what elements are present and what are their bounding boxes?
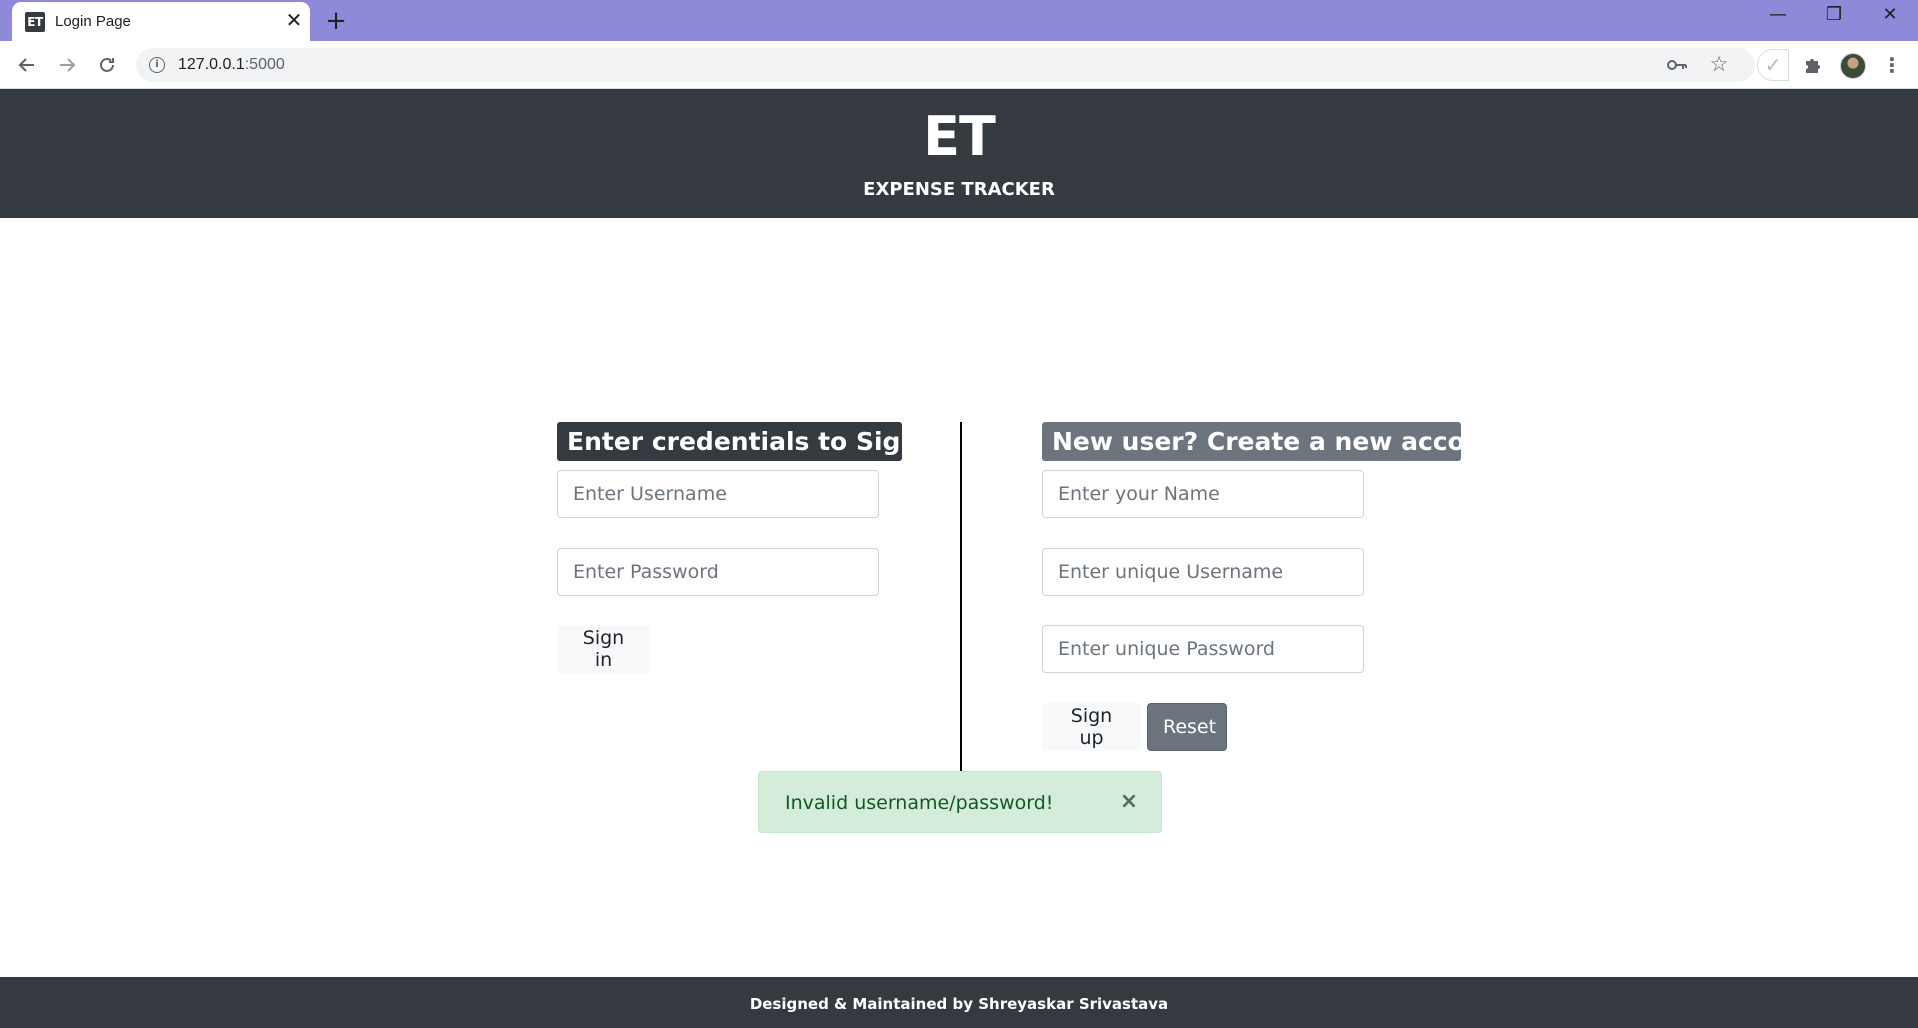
address-bar[interactable]: i 127.0.0.1:5000 ☆ (136, 48, 1755, 82)
footer-author: Shreyaskar Srivastava (978, 995, 1169, 1013)
url-host: 127.0.0.1 (178, 56, 245, 73)
tab-title: Login Page (55, 13, 131, 30)
window-close-icon[interactable]: ✕ (1874, 4, 1906, 32)
browser-tab[interactable]: ET Login Page ✕ (12, 2, 310, 41)
signup-password-input[interactable] (1042, 625, 1364, 673)
key-icon[interactable] (1666, 55, 1688, 75)
signin-password-input[interactable] (557, 548, 879, 596)
signup-username-input[interactable] (1042, 548, 1364, 596)
forward-icon[interactable] (51, 49, 83, 81)
avatar[interactable] (1840, 53, 1866, 79)
url-text: 127.0.0.1:5000 (178, 56, 285, 74)
error-alert: Invalid username/password! × (758, 771, 1162, 833)
new-tab-icon[interactable]: + (322, 7, 350, 35)
star-icon[interactable]: ☆ (1708, 53, 1730, 75)
site-header: ET EXPENSE TRACKER (0, 89, 1918, 218)
signup-button[interactable]: Sign up (1042, 703, 1141, 751)
vertical-divider (960, 422, 962, 771)
puzzle-icon[interactable] (1797, 49, 1829, 81)
restore-icon[interactable]: ❐ (1818, 4, 1850, 32)
brand-subtitle: EXPENSE TRACKER (863, 179, 1055, 200)
reload-icon[interactable] (91, 49, 123, 81)
brand-logo: ET (923, 105, 996, 168)
signup-title: New user? Create a new account (1042, 422, 1512, 461)
alert-message: Invalid username/password! (785, 792, 1054, 814)
site-info-icon[interactable]: i (149, 57, 165, 73)
favicon-icon: ET (25, 12, 45, 32)
back-icon[interactable] (11, 49, 43, 81)
signup-name-input[interactable] (1042, 470, 1364, 518)
browser-tabstrip: ET Login Page ✕ + — ❐ ✕ (0, 0, 1918, 41)
menu-icon[interactable]: ⋮ (1880, 49, 1904, 81)
site-footer: Designed & Maintained by Shreyaskar Sriv… (0, 977, 1918, 1028)
signin-button[interactable]: Sign in (557, 625, 650, 673)
browser-toolbar: i 127.0.0.1:5000 ☆ ✓ ⋮ (0, 41, 1918, 89)
tab-close-icon[interactable]: ✕ (282, 8, 306, 32)
url-port: :5000 (244, 56, 285, 73)
reset-button[interactable]: Reset (1147, 703, 1227, 751)
footer-credit: Designed & Maintained by (749, 995, 979, 1013)
signin-username-input[interactable] (557, 470, 879, 518)
signin-title: Enter credentials to Signin (557, 422, 945, 461)
alert-close-icon[interactable]: × (1115, 788, 1143, 816)
minimize-icon[interactable]: — (1762, 4, 1794, 32)
check-extension-icon[interactable]: ✓ (1757, 49, 1789, 81)
